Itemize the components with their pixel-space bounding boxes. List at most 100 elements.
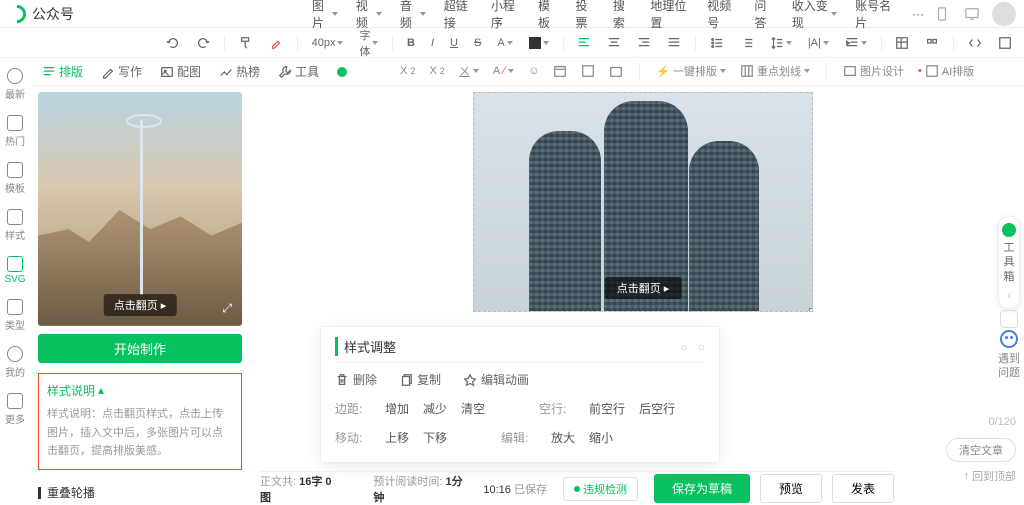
chevron-down-icon — [861, 41, 867, 48]
highlight-icon[interactable] — [265, 34, 287, 52]
minimize-icon[interactable]: ○ — [681, 340, 688, 354]
number-list-icon[interactable] — [736, 34, 758, 52]
blank-line-label: 空行: — [539, 400, 575, 417]
tab-write[interactable]: 写作 — [101, 63, 142, 80]
align-right-icon[interactable] — [633, 34, 655, 52]
publish-button[interactable]: 发表 — [832, 474, 894, 503]
indent-icon[interactable] — [841, 34, 871, 52]
preview-button[interactable]: 预览 — [760, 474, 822, 503]
margin-inc-button[interactable]: 增加 — [385, 400, 409, 417]
code-icon[interactable] — [964, 34, 986, 52]
blank-after-button[interactable]: 后空行 — [639, 400, 675, 417]
chevron-down-icon — [507, 41, 513, 48]
move-down-button[interactable]: 下移 — [423, 429, 447, 446]
menu-audio[interactable]: 音频 — [392, 0, 434, 33]
font-family-select[interactable]: 字体 — [355, 25, 382, 61]
font-size-select[interactable]: 40px — [308, 35, 348, 51]
style-description-box: 样式说明 ▴ 样式说明：点击翻页样式，点击上传图片，插入文中后，多张图片可以点击… — [38, 373, 242, 470]
align-justify-icon[interactable] — [663, 34, 685, 52]
divider-icon[interactable] — [994, 34, 1016, 52]
chevron-down-icon — [376, 12, 382, 19]
menu-more[interactable]: ··· — [904, 0, 932, 33]
quote-icon[interactable] — [921, 34, 943, 52]
flame-icon — [7, 115, 23, 131]
menu-monetize[interactable]: 收入变现 — [784, 0, 845, 33]
dice-icon[interactable] — [1000, 310, 1018, 328]
align-left-icon[interactable] — [573, 34, 595, 52]
chevron-down-icon — [332, 12, 338, 19]
move-up-button[interactable]: 上移 — [385, 429, 409, 446]
grid-icon — [7, 299, 23, 315]
desc-text: 样式说明：点击翻页样式，点击上传图片，插入文中后，多张图片可以点击翻页，提高排版… — [47, 405, 233, 461]
leftnav-more[interactable]: 更多 — [5, 393, 25, 426]
undo-icon[interactable] — [162, 34, 184, 52]
canvas-image — [529, 131, 601, 311]
desktop-preview-icon[interactable] — [962, 4, 982, 24]
leftnav-hot[interactable]: 热门 — [5, 115, 25, 148]
start-make-button[interactable]: 开始制作 — [38, 334, 242, 363]
style-adjust-panel: 样式调整 ○ ○ 删除 复制 编辑动画 边距: 增加 减少 清空 空行: 前空行 — [320, 326, 720, 463]
tab-images[interactable]: 配图 — [160, 63, 201, 80]
menu-qa[interactable]: 问答 — [746, 0, 781, 33]
delete-button[interactable]: 删除 — [335, 371, 377, 388]
user-icon — [7, 346, 23, 362]
menu-channels[interactable]: 视频号 — [699, 0, 744, 33]
menu-template[interactable]: 模板 — [530, 0, 565, 33]
style-preview-card[interactable]: 点击翻页 ▸ ⤢ — [38, 92, 242, 326]
align-center-icon[interactable] — [603, 34, 625, 52]
violation-check-button[interactable]: 违规检测 — [563, 477, 638, 501]
leftnav-type[interactable]: 类型 — [5, 299, 25, 332]
zoom-out-button[interactable]: 缩小 — [589, 429, 613, 446]
redo-icon[interactable] — [192, 34, 214, 52]
leftnav-latest[interactable]: 最新 — [5, 68, 25, 101]
edit-animation-button[interactable]: 编辑动画 — [463, 371, 529, 388]
saved-text: 已保存 — [514, 484, 547, 496]
line-height-icon[interactable] — [766, 34, 796, 52]
zoom-in-button[interactable]: 放大 — [551, 429, 575, 446]
format-paint-icon[interactable] — [235, 34, 257, 52]
menu-vote[interactable]: 投票 — [567, 0, 602, 33]
menu-link[interactable]: 超链接 — [436, 0, 481, 33]
margin-clear-button[interactable]: 清空 — [461, 400, 485, 417]
expand-icon[interactable]: ⤢ — [222, 301, 232, 316]
leftnav-style[interactable]: 样式 — [5, 209, 25, 242]
chat-icon — [7, 68, 23, 84]
leftnav-mine[interactable]: 我的 — [5, 346, 25, 379]
feedback-float[interactable]: 遇到问题 — [998, 330, 1020, 381]
text-color-button[interactable]: A — [493, 35, 516, 51]
tab-tools[interactable]: 工具 — [278, 63, 319, 80]
tab-trending[interactable]: 热榜 — [219, 63, 260, 80]
bg-color-button[interactable] — [525, 35, 553, 51]
copy-button[interactable]: 复制 — [399, 371, 441, 388]
italic-button[interactable]: I — [427, 35, 438, 51]
editor-canvas[interactable]: 点击翻页 ▸ — [473, 92, 813, 312]
menu-card[interactable]: 账号名片 — [847, 0, 902, 33]
letter-spacing-icon[interactable]: |A| — [804, 35, 833, 51]
tab-layout[interactable]: 排版 — [42, 63, 83, 80]
bullet-list-icon[interactable] — [706, 34, 728, 52]
menu-search[interactable]: 搜索 — [605, 0, 640, 33]
table-icon[interactable] — [891, 34, 913, 52]
margin-dec-button[interactable]: 减少 — [423, 400, 447, 417]
leftnav-template[interactable]: 模板 — [5, 162, 25, 195]
close-icon[interactable]: ○ — [698, 340, 705, 354]
phone-preview-icon[interactable] — [932, 4, 952, 24]
resize-handle[interactable] — [809, 308, 813, 312]
bold-button[interactable]: B — [403, 35, 419, 51]
back-to-top-button[interactable]: ↑ 回到顶部 — [964, 468, 1017, 484]
leftnav-svg[interactable]: SVG — [4, 256, 25, 285]
save-draft-button[interactable]: 保存为草稿 — [654, 474, 750, 503]
strike-button[interactable]: S — [470, 35, 485, 51]
underline-button[interactable]: U — [446, 35, 462, 51]
avatar[interactable] — [992, 2, 1016, 26]
chevron-down-icon — [831, 12, 837, 19]
clear-article-button[interactable]: 清空文章 — [946, 438, 1016, 462]
menu-image[interactable]: 图片 — [304, 0, 346, 33]
toolbox-float[interactable]: 工具箱 ‹ — [998, 216, 1020, 309]
blank-before-button[interactable]: 前空行 — [589, 400, 625, 417]
menu-miniapp[interactable]: 小程序 — [483, 0, 528, 33]
menu-geo[interactable]: 地理位置 — [642, 0, 697, 33]
saved-time: 10:16 — [483, 484, 511, 496]
preview-illustration-pole — [140, 120, 143, 295]
move-label: 移动: — [335, 429, 371, 446]
